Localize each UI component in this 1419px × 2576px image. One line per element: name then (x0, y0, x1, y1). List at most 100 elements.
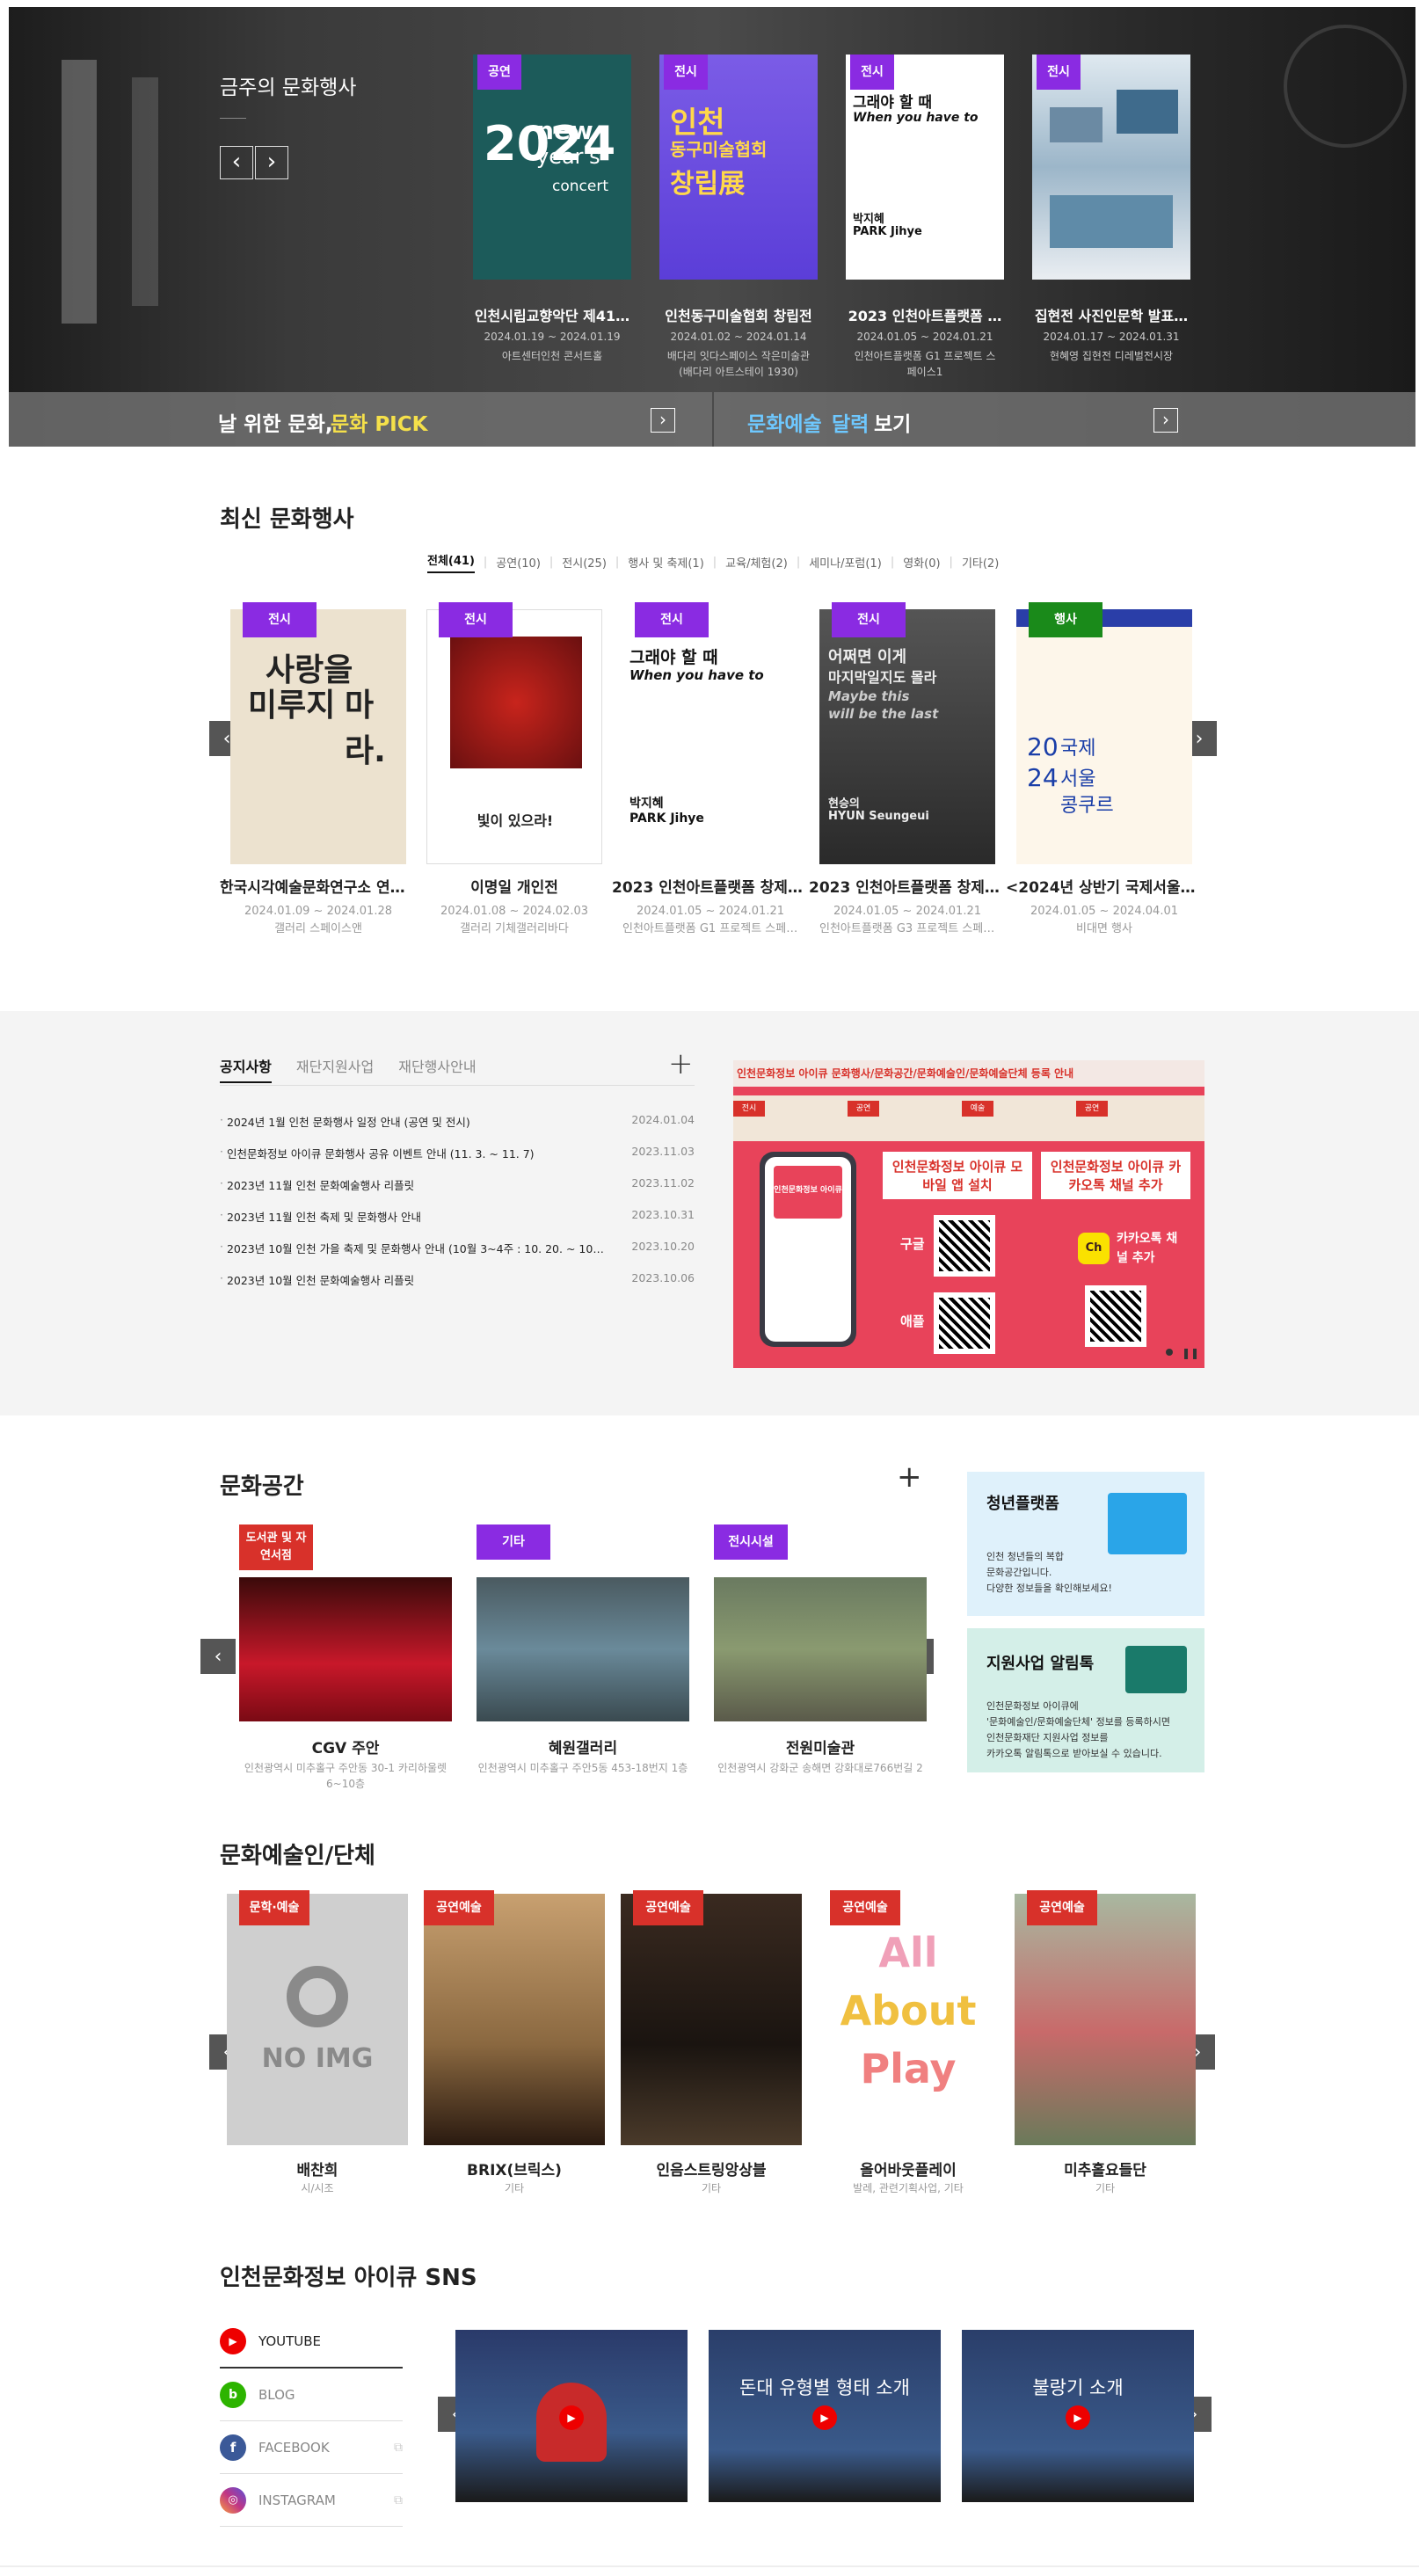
space-card[interactable]: 전시시설 전원미술관 인천광역시 강화군 송해면 강화대로766번길 2 (714, 1524, 927, 1779)
artist-category: 기타 (504, 2182, 525, 2194)
event-place-2: 페이스1 (906, 366, 943, 378)
qr-apple (934, 1292, 995, 1354)
artist-name: 미추홀요들단 (1064, 2162, 1146, 2179)
tab-notice[interactable]: 공지사항 (220, 1055, 272, 1083)
no-image-placeholder: NO IMG (261, 2043, 374, 2074)
event-card[interactable]: 빛이 있으라! 전시 이명일 개인전 2024.01.08 ~ 2024.02.… (426, 602, 602, 943)
notice-item[interactable]: · 2023년 10월 인천 문화예술행사 리플릿 2023.10.06 (220, 1271, 695, 1303)
space-card[interactable]: 도서관 및 자연서점 CGV 주안 인천광역시 미추홀구 주안동 30-1 카리… (239, 1524, 452, 1790)
section-title: 최신 문화행사 (220, 506, 354, 533)
banner-dot-icon[interactable] (1166, 1349, 1173, 1356)
hero-event-card[interactable]: 인천 동구미술협회 창립展 전시 인천동구미술협회 창립전 2024.01.02… (659, 55, 818, 378)
tab-all[interactable]: 전체(41) (427, 551, 475, 573)
event-date: 2024.01.08 ~ 2024.02.03 (440, 905, 589, 918)
video-caption: 불랑기 소개 (1032, 2377, 1124, 2398)
tab-festival[interactable]: 행사 및 축제(1) (628, 554, 703, 571)
artist-card[interactable]: 공연예술 인음스트링앙상블 기타 (621, 1890, 802, 2194)
tab-performance[interactable]: 공연(10) (496, 554, 541, 571)
pick-arrow-button[interactable]: › (651, 408, 675, 433)
sns-youtube-link[interactable]: ▶ YOUTUBE (220, 2316, 403, 2369)
tab-support[interactable]: 재단지원사업 (296, 1055, 374, 1083)
hero-event-card[interactable]: 전시 집현전 사진인문학 발표… 2024.01.17 ~ 2024.01.31… (1032, 55, 1190, 371)
event-badge: 전시 (1037, 55, 1081, 90)
event-badge: 전시 (635, 602, 709, 637)
event-date: 2024.01.19 ~ 2024.01.19 (484, 331, 621, 343)
artist-card[interactable]: 공연예술 미추홀요들단 기타 (1015, 1890, 1196, 2194)
hero-next-button[interactable]: › (255, 146, 288, 179)
registration-ad-banner[interactable]: 인천문화정보 아이큐 문화행사/문화공간/문화예술인/문화예술단체 등록 안내 … (733, 1060, 1204, 1368)
youth-platform-banner[interactable]: 청년플랫폼 인천 청년들의 복합 문화공간입니다. 다양한 정보들을 확인해보세… (967, 1472, 1204, 1616)
notice-section: 공지사항 재단지원사업 재단행사안내 + · 2024년 1월 인천 문화행사 … (0, 1011, 1419, 1415)
event-badge: 공연 (477, 55, 521, 90)
section-title: 인천문화정보 아이큐 SNS (220, 2265, 477, 2291)
event-poster: 빛이 있으라! (426, 609, 602, 864)
sns-blog-link[interactable]: b BLOG (220, 2369, 403, 2421)
section-title: 문화공간 (220, 1474, 304, 1500)
event-card[interactable]: 그래야 할 때 When you have to 박지혜 PARK Jihye … (612, 602, 809, 943)
artist-card[interactable]: 공연예술 BRIX(브릭스) 기타 (424, 1890, 605, 2194)
event-badge: 전시 (664, 55, 708, 90)
artist-category: 시/시조 (301, 2182, 334, 2194)
sns-facebook-link[interactable]: f FACEBOOK ⧉ (220, 2421, 403, 2474)
event-date: 2024.01.05 ~ 2024.01.21 (833, 905, 982, 918)
tab-exhibition[interactable]: 전시(25) (562, 554, 607, 571)
artist-photo: NO IMG (227, 1894, 408, 2145)
event-place: 인천아트플랫폼 G1 프로젝트 스 (854, 350, 996, 362)
artist-photo (621, 1894, 802, 2145)
notice-item[interactable]: · 2023년 11월 인천 문화예술행사 리플릿 2023.11.02 (220, 1176, 695, 1208)
event-place: 아트센터인천 콘서트홀 (501, 350, 603, 362)
video-thumbnail[interactable]: 불랑기 소개 ▶ (962, 2330, 1194, 2502)
event-date: 2024.01.02 ~ 2024.01.14 (670, 331, 807, 343)
spaces-prev-button[interactable]: ‹ (200, 1639, 236, 1674)
video-thumbnail[interactable]: 돈대 유형별 형태 소개 ▶ (709, 2330, 941, 2502)
banner-pause-icon[interactable]: ❚❚ (1182, 1347, 1199, 1359)
tab-education[interactable]: 교육/체험(2) (725, 554, 788, 571)
calendar-arrow-button[interactable]: › (1153, 408, 1178, 433)
hero-prev-button[interactable]: ‹ (220, 146, 253, 179)
event-card[interactable]: 사랑을 미루지 마라. 전시 한국시각예술문화연구소 연구… 2024.01.0… (220, 602, 417, 943)
artist-badge: 문학·예술 (239, 1890, 309, 1925)
artist-card[interactable]: All About Play 공연예술 올어바웃플레이 발레, 관련기획사업, … (818, 1890, 999, 2194)
event-place: 비대면 행사 (1076, 922, 1132, 935)
artist-photo (424, 1894, 605, 2145)
space-badge: 도서관 및 자연서점 (239, 1524, 313, 1570)
app-install-box: 인천문화정보 아이큐 모바일 앱 설치 (883, 1152, 1032, 1199)
tab-seminar[interactable]: 세미나/포럼(1) (809, 554, 882, 571)
culture-calendar-banner[interactable]: 문화예술 달력 보기 › (714, 392, 1415, 447)
spaces-more-button[interactable]: + (897, 1459, 922, 1495)
event-card[interactable]: 어쩌면 이게 마지막일지도 몰라 Maybe this will be the … (809, 602, 1006, 943)
notice-list: · 2024년 1월 인천 문화행사 일정 안내 (공연 및 전시) 2024.0… (220, 1113, 695, 1303)
notice-item[interactable]: · 2023년 11월 인천 축제 및 문화행사 안내 2023.10.31 (220, 1208, 695, 1240)
sns-section: 인천문화정보 아이큐 SNS ▶ YOUTUBE b BLOG f FACEBO… (0, 2233, 1419, 2576)
artist-category: 발레, 관련기획사업, 기타 (853, 2182, 964, 2194)
video-caption: 돈대 유형별 형태 소개 (739, 2377, 910, 2398)
artist-card[interactable]: NO IMG 문학·예술 배찬희 시/시조 (227, 1890, 408, 2194)
hero-event-card[interactable]: 그래야 할 때 When you have to 박지혜 PARK Jihye … (846, 55, 1004, 378)
external-link-icon: ⧉ (394, 2492, 403, 2507)
video-thumbnail[interactable]: ▶ (455, 2330, 688, 2502)
space-address: 인천광역시 미추홀구 주안동 30-1 카리하울렛 (244, 1762, 448, 1774)
support-alarm-banner[interactable]: 지원사업 알림톡 인천문화정보 아이큐에 '문화예술인/문화예술단체' 정보를 … (967, 1628, 1204, 1772)
event-place: 인천아트플랫폼 G3 프로젝트 스페이스2 (819, 922, 995, 935)
tab-movie[interactable]: 영화(0) (903, 554, 940, 571)
event-badge: 전시 (439, 602, 513, 637)
notice-item[interactable]: · 인천문화정보 아이큐 문화행사 공유 이벤트 안내 (11. 3. ~ 11… (220, 1145, 695, 1176)
sns-instagram-link[interactable]: ◎ INSTAGRAM ⧉ (220, 2474, 403, 2527)
event-title: 인천동구미술협회 창립전 (665, 308, 812, 324)
event-date: 2024.01.05 ~ 2024.04.01 (1030, 905, 1179, 918)
category-tabs: 전체(41) | 공연(10) | 전시(25) | 행사 및 축제(1) | 교육/체… (427, 549, 1008, 575)
culture-pick-banner[interactable]: 날 위한 문화, 문화 PICK › (9, 392, 712, 447)
space-badge: 전시시설 (714, 1524, 788, 1560)
event-poster: 사랑을 미루지 마라. (230, 609, 406, 864)
notice-item[interactable]: · 2023년 10월 인천 가을 축제 및 문화행사 안내 (10월 3~4주… (220, 1240, 695, 1271)
tab-etc[interactable]: 기타(2) (962, 554, 999, 571)
artist-photo (1015, 1894, 1196, 2145)
event-card[interactable]: 20 국제 24 서울 콩쿠르 행사 <2024년 상반기 국제서울공쿠… 20… (1006, 602, 1203, 943)
notice-item[interactable]: · 2024년 1월 인천 문화행사 일정 안내 (공연 및 전시) 2024.0… (220, 1113, 695, 1145)
hero-event-card[interactable]: 2024 new year's concert 공연 인천시립교향악단 제41…… (473, 55, 631, 371)
blog-icon: b (220, 2381, 246, 2408)
event-place-2: (배다리 아트스테이 1930) (679, 366, 798, 378)
space-card[interactable]: 기타 혜원갤러리 인천광역시 미추홀구 주안5동 453-18번지 1층 (477, 1524, 689, 1779)
tab-foundation-events[interactable]: 재단행사안내 (398, 1055, 476, 1083)
notice-more-button[interactable]: + (668, 1046, 694, 1081)
